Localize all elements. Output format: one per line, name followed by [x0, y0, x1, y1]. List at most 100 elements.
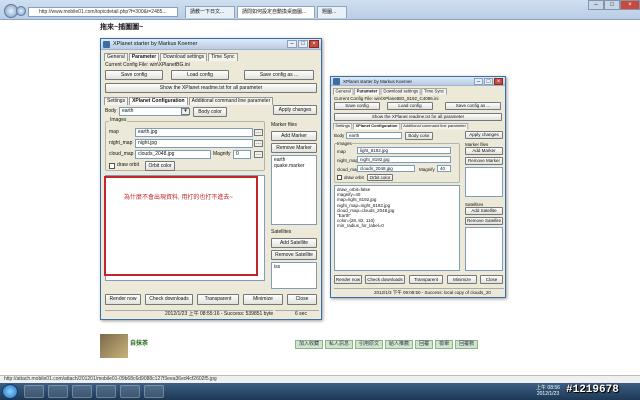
- author-name[interactable]: 自抹茶: [130, 338, 148, 347]
- load-config-button[interactable]: Load config: [171, 70, 229, 80]
- add-favorite-link[interactable]: 加入收藏: [295, 340, 324, 349]
- draw-orbit-checkbox[interactable]: [337, 175, 342, 180]
- tab-download-settings[interactable]: Download settings: [380, 88, 421, 95]
- close-button[interactable]: Close: [480, 275, 503, 284]
- quote-link[interactable]: 引用原文: [355, 340, 384, 349]
- remove-satellite-button[interactable]: Remove Satellite: [271, 250, 317, 260]
- app-icon[interactable]: [120, 385, 140, 398]
- night-map-field[interactable]: night_8192.jpg: [357, 156, 451, 163]
- reply-count-link[interactable]: 回覆數: [455, 340, 479, 349]
- satellite-list[interactable]: [465, 227, 503, 271]
- add-satellite-button[interactable]: Add Satellite: [271, 238, 317, 248]
- orbit-color-button[interactable]: Orbit color: [367, 174, 393, 181]
- minimize-icon[interactable]: –: [474, 78, 483, 85]
- recommend-link[interactable]: 給人推薦: [385, 340, 414, 349]
- transparent-button[interactable]: Transparent: [409, 275, 443, 284]
- tab-time-sync[interactable]: Time Sync: [208, 53, 238, 61]
- remove-marker-button[interactable]: Remove Marker: [271, 143, 317, 153]
- browse-cloud-map-button[interactable]: …: [254, 151, 263, 158]
- minimize-button[interactable]: Minimize: [447, 275, 477, 284]
- check-downloads-button[interactable]: Check downloads: [145, 294, 193, 305]
- main-tabs: General Parameter Download settings Time…: [333, 88, 447, 95]
- check-downloads-button[interactable]: Check downloads: [365, 275, 405, 284]
- tab-general[interactable]: General: [104, 53, 128, 61]
- folder-icon[interactable]: [48, 385, 68, 398]
- magnify-field[interactable]: 0: [233, 150, 251, 159]
- subtab-xplanet-configuration[interactable]: XPlanet Configuration: [353, 123, 400, 130]
- save-config-button[interactable]: Save config: [334, 102, 380, 110]
- add-satellite-button[interactable]: Add Satellite: [465, 207, 503, 215]
- address-bar[interactable]: http://www.mobile01.com/topicdetail.php?…: [28, 7, 178, 17]
- magnify-field[interactable]: 40: [437, 165, 451, 172]
- save-config-button[interactable]: Save config: [105, 70, 163, 80]
- tab-parameter[interactable]: Parameter: [128, 53, 160, 61]
- map-field[interactable]: light_8192.jpg: [357, 147, 451, 154]
- body-select[interactable]: earth: [346, 132, 402, 139]
- body-select[interactable]: earth: [119, 107, 189, 116]
- cloud-map-field[interactable]: clouds_2048.jpg: [135, 150, 211, 159]
- satellite-list[interactable]: iss: [271, 262, 317, 289]
- save-config-as-button[interactable]: Save config as ...: [244, 70, 314, 80]
- window-maximize-icon[interactable]: □: [604, 0, 620, 10]
- browse-night-map-button[interactable]: …: [254, 140, 263, 147]
- load-config-button[interactable]: Load config: [387, 102, 433, 110]
- app-icon[interactable]: [96, 385, 116, 398]
- draw-orbit-checkbox[interactable]: [109, 163, 115, 169]
- sub-tabs: Settings XPlanet Configuration Additiona…: [333, 123, 469, 130]
- orbit-color-button[interactable]: Orbit color: [145, 161, 175, 171]
- chevron-down-icon[interactable]: ▾: [181, 108, 190, 115]
- close-icon[interactable]: ×: [494, 78, 503, 85]
- maximize-icon[interactable]: □: [484, 78, 493, 85]
- tab-time-sync[interactable]: Time Sync: [421, 88, 447, 95]
- config-text-area[interactable]: draw_orbit=false magnify=40 map=light_81…: [334, 185, 460, 271]
- render-now-button[interactable]: Render now: [105, 294, 141, 305]
- tab-3[interactable]: 題圖...: [317, 6, 347, 18]
- browse-map-button[interactable]: …: [254, 129, 263, 136]
- render-now-button[interactable]: Render now: [334, 275, 362, 284]
- night-map-field[interactable]: night.jpg: [135, 139, 253, 148]
- tab-general[interactable]: General: [333, 88, 354, 95]
- window-close-icon[interactable]: ×: [620, 0, 640, 10]
- close-icon[interactable]: ×: [309, 40, 319, 48]
- readme-button[interactable]: Show the XPlanet readme.txt for all para…: [105, 83, 317, 93]
- marker-list[interactable]: [465, 167, 503, 197]
- subtab-xplanet-configuration[interactable]: XPlanet Configuration: [129, 97, 188, 105]
- minimize-icon[interactable]: –: [287, 40, 297, 48]
- subtab-settings[interactable]: Settings: [333, 123, 353, 130]
- close-button[interactable]: Close: [287, 294, 317, 305]
- save-config-as-button[interactable]: Save config as ...: [445, 102, 501, 110]
- transparent-button[interactable]: Transparent: [197, 294, 239, 305]
- window-minimize-icon[interactable]: –: [588, 0, 604, 10]
- tab-2[interactable]: 請問如何設定自動換桌面圖...: [237, 6, 315, 18]
- body-color-button[interactable]: Body color: [405, 132, 433, 140]
- avatar[interactable]: [100, 334, 128, 358]
- minimize-button[interactable]: Minimize: [243, 294, 283, 305]
- add-marker-button[interactable]: Add Marker: [271, 131, 317, 141]
- subtab-settings[interactable]: Settings: [104, 97, 129, 105]
- subtab-command-line[interactable]: Additional command line parameter: [188, 97, 274, 105]
- forward-icon[interactable]: [16, 6, 26, 16]
- apply-changes-button[interactable]: Apply changes: [273, 105, 317, 115]
- reply-link[interactable]: 回覆: [415, 340, 434, 349]
- add-marker-button[interactable]: Add Marker: [465, 147, 503, 155]
- tab-parameter[interactable]: Parameter: [354, 88, 380, 95]
- subtab-command-line[interactable]: Additional command line parameter: [400, 123, 469, 130]
- report-link[interactable]: 檢舉: [435, 340, 454, 349]
- remove-marker-button[interactable]: Remove Marker: [465, 157, 503, 165]
- map-field[interactable]: earth.jpg: [135, 128, 253, 137]
- cloud-map-field[interactable]: clouds_2048.jpg: [357, 165, 415, 172]
- ie-icon[interactable]: [24, 385, 44, 398]
- private-message-link[interactable]: 私人訊息: [325, 340, 354, 349]
- marker-list[interactable]: earth quake.marker: [271, 155, 317, 225]
- chrome-icon[interactable]: [72, 385, 92, 398]
- start-button[interactable]: [2, 384, 18, 399]
- tab-download-settings[interactable]: Download settings: [160, 53, 208, 61]
- maximize-icon[interactable]: □: [298, 40, 308, 48]
- apply-changes-button[interactable]: Apply changes: [465, 131, 503, 139]
- tab-1[interactable]: 請教一下日文...: [185, 6, 235, 18]
- remove-satellite-button[interactable]: Remove Satellite: [465, 217, 503, 225]
- body-color-button[interactable]: Body color: [193, 107, 227, 117]
- readme-button[interactable]: Show the XPlanet readme.txt for all para…: [334, 113, 502, 121]
- clock[interactable]: 上午 08:56 2012/1/23: [530, 385, 566, 397]
- xplanet-taskbar-icon[interactable]: [144, 385, 164, 398]
